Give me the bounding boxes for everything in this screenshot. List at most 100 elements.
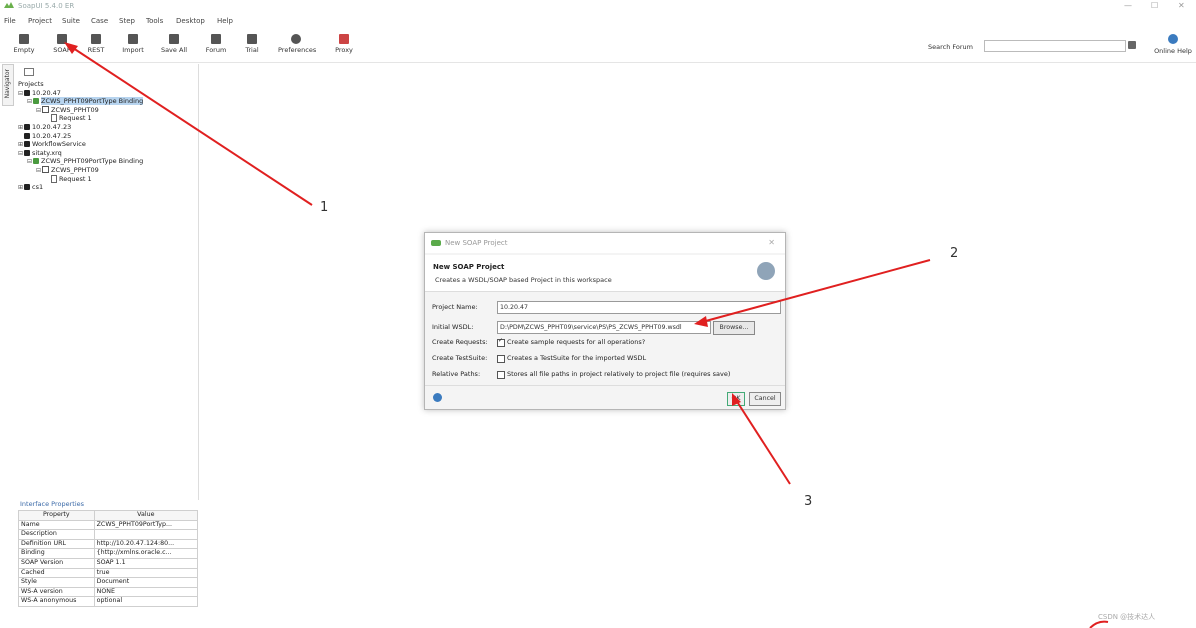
menu-suite[interactable]: Suite: [62, 17, 80, 25]
property-value-cell[interactable]: SOAP 1.1: [93, 557, 199, 569]
ok-button[interactable]: OK: [727, 392, 745, 406]
tree-node[interactable]: Request 1: [18, 174, 143, 184]
projects-root[interactable]: Projects: [18, 80, 143, 89]
soap-icon: [57, 34, 67, 44]
property-column-header[interactable]: Property: [18, 510, 95, 521]
tree-node[interactable]: 10.20.47.25: [18, 132, 143, 141]
property-value-cell[interactable]: {http://xmlns.oracle.c...: [93, 548, 199, 559]
table-row[interactable]: WS-A version NONE: [18, 586, 199, 598]
relative-paths-checkbox[interactable]: [497, 371, 505, 379]
project-name-label: Project Name:: [432, 303, 478, 311]
initial-wsdl-field[interactable]: D:\PDM\ZCWS_PPHT09\service\PS\PS_ZCWS_PP…: [497, 321, 711, 334]
rest-project-button[interactable]: REST: [78, 32, 114, 62]
tree-node[interactable]: ⊞ 10.20.47.23: [18, 123, 143, 132]
table-row[interactable]: Definition URL http://10.20.47.124:80...: [18, 538, 199, 550]
annotation-number-2: 2: [950, 246, 959, 261]
annotation-number-3: 3: [804, 494, 813, 509]
help-icon[interactable]: [433, 393, 442, 402]
trial-button[interactable]: Trial: [234, 32, 270, 62]
online-help-button[interactable]: Online Help: [1150, 34, 1196, 55]
tree-node-label: WorkflowService: [32, 140, 86, 149]
properties-title: Interface Properties: [20, 500, 85, 508]
req-icon: [51, 174, 57, 183]
dialog-heading: New SOAP Project: [433, 263, 505, 271]
tree-node-label: ZCWS_PPHT09: [51, 165, 99, 174]
menu-help[interactable]: Help: [217, 17, 233, 25]
table-row[interactable]: WS-A anonymous optional: [18, 596, 199, 607]
value-column-header[interactable]: Value: [93, 510, 199, 521]
op-icon: [42, 166, 49, 174]
property-value-cell[interactable]: true: [93, 567, 199, 579]
tree-node-label: ZCWS_PPHT09PortType Binding: [41, 97, 144, 106]
cancel-button[interactable]: Cancel: [749, 392, 781, 406]
create-testsuite-label: Create TestSuite:: [432, 354, 488, 362]
menu-project[interactable]: Project: [28, 17, 52, 25]
folder-icon: [24, 123, 30, 130]
tree-node-label: 10.20.47.23: [32, 122, 72, 131]
collapse-all-icon[interactable]: [24, 68, 34, 76]
property-value-cell[interactable]: optional: [93, 596, 199, 607]
table-row[interactable]: Name ZCWS_PPHT09PortTyp...: [18, 519, 199, 531]
tree-node[interactable]: Request 1: [18, 114, 143, 123]
corner-annotation-mark: [1089, 620, 1109, 628]
project-name-field[interactable]: 10.20.47: [497, 301, 781, 314]
rest-icon: [91, 34, 101, 44]
table-row[interactable]: SOAP Version SOAP 1.1: [18, 557, 199, 569]
property-value-cell[interactable]: NONE: [93, 586, 199, 598]
menu-case[interactable]: Case: [91, 17, 108, 25]
tree-node[interactable]: ⊞ WorkflowService: [18, 140, 143, 149]
dialog-header: New SOAP Project Creates a WSDL/SOAP bas…: [425, 255, 785, 292]
save-all-label: Save All: [160, 46, 188, 54]
property-name-cell: Name: [18, 519, 95, 531]
tree-node[interactable]: ⊞ cs1: [18, 183, 143, 192]
preferences-button[interactable]: Preferences: [278, 32, 317, 62]
property-value-cell[interactable]: Document: [93, 577, 199, 588]
menu-tools[interactable]: Tools: [146, 17, 163, 25]
close-button[interactable]: ✕: [1178, 1, 1185, 10]
property-value-cell[interactable]: [93, 529, 199, 540]
property-value-cell[interactable]: ZCWS_PPHT09PortTyp...: [93, 519, 199, 531]
empty-project-button[interactable]: Empty: [6, 32, 42, 62]
empty-project-icon: [19, 34, 29, 44]
tree-node[interactable]: ⊟ sitaty.xrq: [18, 149, 143, 158]
tree-node[interactable]: ⊟ 10.20.47: [18, 89, 143, 98]
import-icon: [128, 34, 138, 44]
menu-file[interactable]: File: [4, 17, 16, 25]
table-row[interactable]: Binding {http://xmlns.oracle.c...: [18, 548, 199, 559]
property-value-cell[interactable]: http://10.20.47.124:80...: [93, 538, 199, 550]
project-tree: Projects ⊟ 10.20.47 ⊟ ZCWS_PPHT09PortType B…: [18, 80, 144, 192]
initial-wsdl-label: Initial WSDL:: [432, 323, 474, 331]
create-requests-checkbox[interactable]: [497, 337, 505, 347]
menu-step[interactable]: Step: [119, 17, 135, 25]
import-button[interactable]: Import: [115, 32, 151, 62]
dialog-window-title: New SOAP Project: [445, 239, 508, 247]
dialog-close-icon[interactable]: ✕: [768, 238, 775, 247]
create-requests-label: Create Requests:: [432, 338, 488, 346]
menu-desktop[interactable]: Desktop: [176, 17, 205, 25]
table-row[interactable]: Style Document: [18, 577, 199, 588]
minimize-button[interactable]: —: [1124, 1, 1132, 10]
tree-node-label: ZCWS_PPHT09: [51, 105, 99, 114]
search-forum-input[interactable]: [984, 40, 1126, 52]
annotation-number-1: 1: [320, 200, 329, 215]
iface-icon: [33, 158, 39, 165]
tree-node[interactable]: ⊟ ZCWS_PPHT09: [18, 166, 143, 175]
soap-project-button[interactable]: SOAP: [44, 32, 80, 62]
forum-button[interactable]: Forum: [198, 32, 234, 62]
preferences-label: Preferences: [278, 46, 317, 54]
save-all-button[interactable]: Save All: [156, 32, 192, 62]
navigator-tab[interactable]: Navigator: [2, 64, 14, 106]
search-icon[interactable]: [1128, 41, 1136, 49]
tree-node[interactable]: ⊟ ZCWS_PPHT09: [18, 106, 143, 115]
tree-node[interactable]: ⊟ ZCWS_PPHT09PortType Binding: [18, 157, 143, 166]
browse-button[interactable]: Browse...: [713, 321, 755, 335]
table-row[interactable]: Cached true: [18, 567, 199, 579]
tree-node[interactable]: ⊟ ZCWS_PPHT09PortType Binding: [18, 97, 144, 106]
proxy-button[interactable]: Proxy: [326, 32, 362, 62]
maximize-button[interactable]: ☐: [1151, 1, 1158, 10]
property-name-cell: Cached: [18, 567, 95, 579]
online-help-label: Online Help: [1154, 47, 1192, 55]
forum-icon: [211, 34, 221, 44]
create-testsuite-checkbox[interactable]: [497, 355, 505, 363]
table-row[interactable]: Description: [18, 529, 199, 540]
